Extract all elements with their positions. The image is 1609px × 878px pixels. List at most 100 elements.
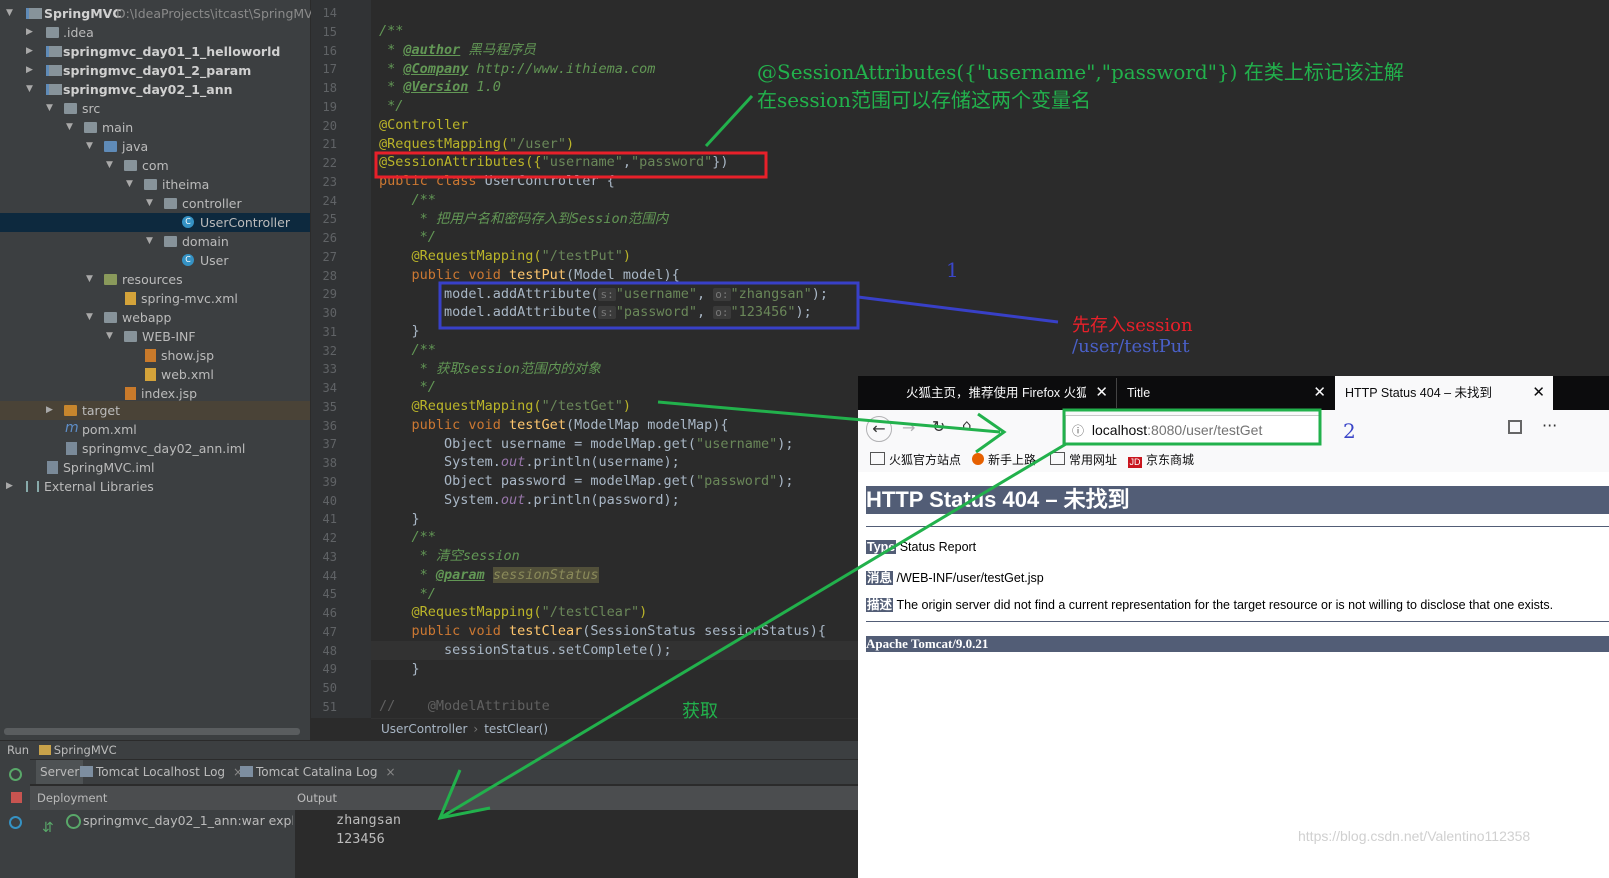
tree-item-module[interactable]: ▼ springmvc_day02_1_ann (0, 80, 310, 99)
firefox-icon (972, 453, 984, 465)
browser-tab-firefox-home[interactable]: 火狐主页，推荐使用 Firefox 火狐浏览器✕ (896, 378, 1116, 408)
tree-item-idea[interactable]: ▶ .idea (0, 23, 310, 42)
refresh-icon[interactable] (9, 816, 22, 829)
bookmark-getting-started[interactable]: 新手上路 (972, 448, 1036, 472)
info-icon[interactable]: ⓘ (1072, 424, 1084, 438)
breadcrumb-method[interactable]: testClear() (484, 722, 548, 736)
tree-item-com[interactable]: ▼ com (0, 156, 310, 175)
tree-item-spring-mvc-xml[interactable]: spring-mvc.xml (0, 289, 310, 308)
deployment-item[interactable]: springmvc_day02_1_ann:war exploded (83, 813, 293, 828)
forward-icon[interactable]: → (902, 418, 915, 437)
tree-item-domain[interactable]: ▼ domain (0, 232, 310, 251)
tree-item-webapp[interactable]: ▼ webapp (0, 308, 310, 327)
back-icon[interactable]: ← (866, 416, 892, 442)
tree-item-itheima[interactable]: ▼ itheima (0, 175, 310, 194)
line-number: 27 (322, 249, 337, 264)
run-window-header: Run SpringMVC (0, 740, 858, 759)
code-line: /** (379, 192, 436, 208)
editor-breadcrumb[interactable]: UserController › testClear() (371, 718, 858, 739)
line-number: 32 (322, 343, 337, 358)
line-number: 40 (322, 493, 337, 508)
tab-tomcat-localhost-log[interactable]: Tomcat Localhost Log × (80, 760, 243, 784)
line-number: 31 (322, 324, 337, 339)
tree-label: java (122, 139, 149, 154)
deployment-header: Deployment (37, 791, 108, 805)
line-number: 28 (322, 268, 337, 283)
browser-tab-title[interactable]: Title ✕ (1116, 378, 1334, 408)
line-number: 15 (322, 24, 337, 39)
annotation-get-note: 获取 (682, 701, 718, 722)
description-row: 描述 The origin server did not find a curr… (866, 598, 1554, 612)
tree-item-root[interactable]: ▼ SpringMVC D:\IdeaProjects\itcast\Sprin… (0, 4, 321, 23)
tree-item-target[interactable]: ▶ target (0, 401, 310, 420)
url-bar[interactable]: ⓘ localhost:8080/user/testGet (1065, 415, 1321, 445)
breadcrumb-class[interactable]: UserController (381, 722, 467, 736)
line-number: 46 (322, 606, 337, 620)
package-icon (144, 179, 157, 190)
line-number: 38 (322, 456, 337, 470)
tree-item-web-xml[interactable]: web.xml (0, 365, 310, 384)
annotation-step-1: 1 (946, 258, 959, 282)
code-line: /** (379, 342, 436, 358)
project-tool-window: ▼ SpringMVC D:\IdeaProjects\itcast\Sprin… (0, 0, 321, 752)
menu-dots-icon[interactable]: ··· (1542, 416, 1557, 435)
home-icon[interactable]: ⌂ (962, 416, 972, 434)
type-row: Type Status Report (866, 540, 977, 554)
tree-item-user[interactable]: C User (0, 251, 310, 270)
tree-item-module[interactable]: ▶ springmvc_day01_2_param (0, 61, 310, 80)
xml-file-icon (125, 292, 136, 305)
tree-item-external-libraries[interactable]: ▶ External Libraries (0, 477, 310, 496)
code-line: public void testGet(ModelMap modelMap){ (379, 417, 729, 433)
tree-root-path: D:\IdeaProjects\itcast\SpringMVC (116, 6, 322, 21)
bookmark-common-sites[interactable]: 常用网址 (1050, 448, 1117, 472)
tree-item-show-jsp[interactable]: show.jsp (0, 346, 310, 365)
line-number: 22 (322, 156, 337, 170)
jd-icon: JD (1128, 457, 1142, 468)
output-line: 123456 (336, 831, 385, 847)
line-number: 33 (322, 362, 337, 377)
deploy-arrows-icon[interactable]: ⇵ (42, 820, 54, 836)
bookmark-jd[interactable]: JD 京东商城 (1128, 448, 1194, 472)
bookmark-firefox-site[interactable]: 火狐官方站点 (870, 448, 961, 472)
tree-label: springmvc_day02_1_ann (63, 82, 233, 97)
tree-item-module-iml[interactable]: springmvc_day02_ann.iml (0, 439, 310, 458)
module-icon (46, 84, 62, 95)
close-icon[interactable]: ✕ (1313, 378, 1326, 408)
tree-label: UserController (200, 215, 290, 230)
message-row: 消息 /WEB-INF/user/testGet.jsp (866, 571, 1044, 585)
tree-item-main[interactable]: ▼ main (0, 118, 310, 137)
tab-tomcat-catalina-log[interactable]: Tomcat Catalina Log × (240, 760, 396, 784)
reload-icon[interactable]: ↻ (932, 417, 945, 436)
module-icon (46, 65, 62, 76)
tree-item-java[interactable]: ▼ java (0, 137, 310, 156)
close-icon[interactable]: × (385, 765, 395, 779)
tree-item-src[interactable]: ▼ src (0, 99, 310, 118)
tree-item-module[interactable]: ▶ springmvc_day01_1_helloworld (0, 42, 310, 61)
line-number: 43 (322, 549, 337, 564)
code-line: Object password = modelMap.get("password… (379, 473, 794, 489)
horizontal-scrollbar[interactable] (4, 728, 300, 735)
tab-server[interactable]: Server (36, 760, 84, 784)
close-icon[interactable]: ✕ (1532, 376, 1545, 410)
tree-item-web-inf[interactable]: ▼ WEB-INF (0, 327, 310, 346)
qr-code-icon[interactable] (1508, 420, 1522, 434)
line-number: 29 (322, 287, 337, 302)
line-number: 24 (322, 193, 337, 208)
tree-label: show.jsp (161, 348, 215, 363)
tree-item-controller[interactable]: ▼ controller (0, 194, 310, 213)
tree-item-resources[interactable]: ▼ resources (0, 270, 310, 289)
close-icon[interactable]: ✕ (1095, 378, 1108, 408)
tree-label: domain (182, 234, 229, 249)
line-number: 16 (322, 43, 337, 58)
folder-icon (84, 122, 97, 133)
deployment-list[interactable]: ⇵ springmvc_day02_1_ann:war exploded (30, 810, 295, 878)
tree-item-springmvc-iml[interactable]: SpringMVC.iml (0, 458, 310, 477)
tree-item-pom-xml[interactable]: m pom.xml (0, 420, 310, 439)
code-line: */ (379, 98, 404, 114)
tree-item-usercontroller[interactable]: C UserController (0, 213, 310, 232)
rerun-icon[interactable] (9, 768, 22, 781)
browser-tab-404[interactable]: HTTP Status 404 – 未找到 ✕ (1335, 376, 1553, 410)
code-line: * @Version 1.0 (379, 79, 501, 95)
stop-icon[interactable] (11, 792, 22, 803)
annotation-store-path: /user/testPut (1072, 336, 1190, 357)
